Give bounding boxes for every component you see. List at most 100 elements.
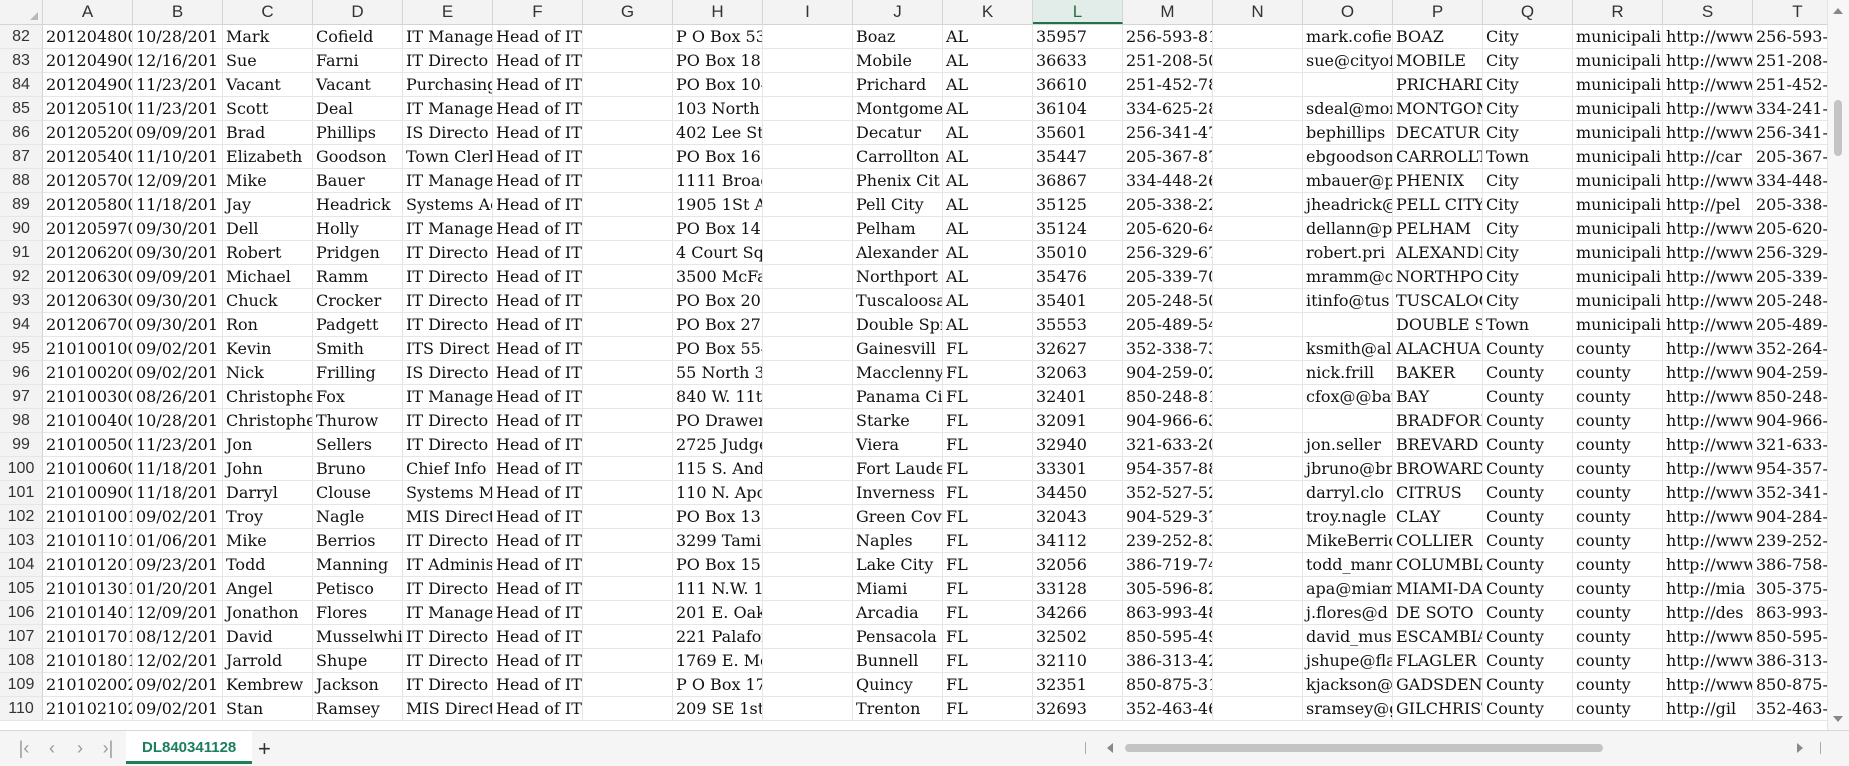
cell-j[interactable]: Bunnell: [853, 649, 943, 673]
cell-b[interactable]: 01/20/201: [133, 577, 223, 601]
cell-n[interactable]: [1213, 97, 1303, 121]
cell-o[interactable]: [1303, 313, 1393, 337]
cell-f[interactable]: Head of IT: [493, 601, 583, 625]
cell-f[interactable]: Head of IT: [493, 385, 583, 409]
cell-m[interactable]: 954-357-8821: [1123, 457, 1213, 481]
cell-f[interactable]: Head of IT: [493, 217, 583, 241]
cell-i[interactable]: [763, 625, 853, 649]
cell-q[interactable]: County: [1483, 433, 1573, 457]
cell-b[interactable]: 09/30/201: [133, 289, 223, 313]
cell-c[interactable]: Jay: [223, 193, 313, 217]
cell-p[interactable]: COLUMBIA: [1393, 553, 1483, 577]
cell-n[interactable]: [1213, 145, 1303, 169]
cell-o[interactable]: kjackson@g: [1303, 673, 1393, 697]
cell-k[interactable]: FL: [943, 361, 1033, 385]
cell-k[interactable]: AL: [943, 49, 1033, 73]
cell-s[interactable]: http://www: [1663, 289, 1753, 313]
cell-c[interactable]: Sue: [223, 49, 313, 73]
cell-r[interactable]: county: [1573, 697, 1663, 721]
cell-d[interactable]: Phillips: [313, 121, 403, 145]
cell-g[interactable]: [583, 385, 673, 409]
cell-q[interactable]: City: [1483, 97, 1573, 121]
cell-m[interactable]: 904-259-0201: [1123, 361, 1213, 385]
cell-m[interactable]: 352-463-4606: [1123, 697, 1213, 721]
cell-a[interactable]: 201206300: [43, 289, 133, 313]
cell-o[interactable]: bephillips: [1303, 121, 1393, 145]
cell-o[interactable]: ksmith@ala: [1303, 337, 1393, 361]
cell-t[interactable]: 386-758-: [1753, 553, 1828, 577]
cell-b[interactable]: 11/23/201: [133, 433, 223, 457]
cell-t[interactable]: 352-264-: [1753, 337, 1828, 361]
cell-n[interactable]: [1213, 73, 1303, 97]
cell-t[interactable]: 205-489-: [1753, 313, 1828, 337]
cell-d[interactable]: Nagle: [313, 505, 403, 529]
cell-j[interactable]: Prichard: [853, 73, 943, 97]
cell-r[interactable]: municipali: [1573, 169, 1663, 193]
cell-t[interactable]: 251-208-: [1753, 49, 1828, 73]
cell-l[interactable]: 34266: [1033, 601, 1123, 625]
cell-b[interactable]: 11/23/201: [133, 73, 223, 97]
cell-h[interactable]: 3299 Tamia 600: [673, 529, 763, 553]
cell-e[interactable]: IT Adminis: [403, 553, 493, 577]
cell-i[interactable]: [763, 193, 853, 217]
cell-i[interactable]: [763, 241, 853, 265]
cell-s[interactable]: http://www: [1663, 337, 1753, 361]
cell-l[interactable]: 36104: [1033, 97, 1123, 121]
cell-h[interactable]: P O Box 537: [673, 25, 763, 49]
cell-m[interactable]: 205-248-5050: [1123, 289, 1213, 313]
cell-q[interactable]: County: [1483, 529, 1573, 553]
next-sheet-icon[interactable]: ›: [66, 738, 94, 759]
cell-f[interactable]: Head of IT: [493, 433, 583, 457]
cell-h[interactable]: PO Box 1529: [673, 553, 763, 577]
cell-k[interactable]: FL: [943, 433, 1033, 457]
scroll-right-icon[interactable]: [1797, 743, 1803, 753]
cell-c[interactable]: Jarrold: [223, 649, 313, 673]
column-header-t[interactable]: T: [1753, 0, 1828, 24]
cell-q[interactable]: County: [1483, 337, 1573, 361]
cell-h[interactable]: P O Box 1799: [673, 673, 763, 697]
cell-g[interactable]: [583, 169, 673, 193]
add-sheet-button[interactable]: +: [258, 731, 271, 766]
cell-q[interactable]: City: [1483, 25, 1573, 49]
cell-r[interactable]: municipali: [1573, 217, 1663, 241]
cell-s[interactable]: http://www: [1663, 217, 1753, 241]
cell-p[interactable]: BAKER: [1393, 361, 1483, 385]
cell-n[interactable]: [1213, 121, 1303, 145]
column-header-q[interactable]: Q: [1483, 0, 1573, 24]
cell-m[interactable]: 256-593-8105: [1123, 25, 1213, 49]
cell-s[interactable]: http://www: [1663, 649, 1753, 673]
cell-a[interactable]: 201204900: [43, 49, 133, 73]
cell-k[interactable]: AL: [943, 217, 1033, 241]
cell-p[interactable]: DECATUR: [1393, 121, 1483, 145]
column-header-m[interactable]: M: [1123, 0, 1213, 24]
cell-h[interactable]: 221 Palafox Place: [673, 625, 763, 649]
cell-p[interactable]: BOAZ: [1393, 25, 1483, 49]
cell-p[interactable]: FLAGLER: [1393, 649, 1483, 673]
cell-j[interactable]: Miami: [853, 577, 943, 601]
cell-h[interactable]: 103 North Perry Stre: [673, 97, 763, 121]
cell-f[interactable]: Head of IT: [493, 697, 583, 721]
cell-m[interactable]: 850-595-4994: [1123, 625, 1213, 649]
cell-e[interactable]: IS Directo: [403, 361, 493, 385]
cell-i[interactable]: [763, 601, 853, 625]
cell-i[interactable]: [763, 433, 853, 457]
cell-r[interactable]: county: [1573, 649, 1663, 673]
cell-d[interactable]: Berrios: [313, 529, 403, 553]
cell-a[interactable]: 201204900: [43, 73, 133, 97]
cell-q[interactable]: City: [1483, 121, 1573, 145]
cell-p[interactable]: PRICHARD: [1393, 73, 1483, 97]
cell-o[interactable]: itinfo@tus: [1303, 289, 1393, 313]
cell-q[interactable]: City: [1483, 169, 1573, 193]
cell-o[interactable]: [1303, 73, 1393, 97]
cell-l[interactable]: 35553: [1033, 313, 1123, 337]
cell-b[interactable]: 12/09/201: [133, 169, 223, 193]
cell-h[interactable]: 1905 1St Ave N: [673, 193, 763, 217]
cell-n[interactable]: [1213, 625, 1303, 649]
cell-g[interactable]: [583, 313, 673, 337]
cell-h[interactable]: 3500 McFarland Blvd: [673, 265, 763, 289]
cell-f[interactable]: Head of IT: [493, 193, 583, 217]
cell-j[interactable]: Starke: [853, 409, 943, 433]
cell-b[interactable]: 09/30/201: [133, 241, 223, 265]
cell-b[interactable]: 09/02/201: [133, 673, 223, 697]
cell-t[interactable]: 251-452-: [1753, 73, 1828, 97]
